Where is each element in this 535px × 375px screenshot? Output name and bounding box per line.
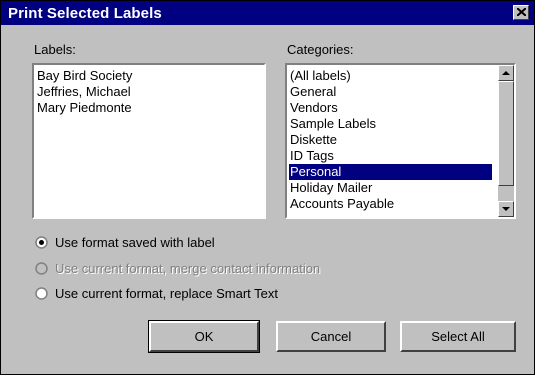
list-item-selected[interactable]: Personal [289,164,492,180]
scroll-up-button[interactable] [498,65,514,81]
radio-label: Use current format, merge contact inform… [55,261,321,276]
cancel-button[interactable]: Cancel [276,321,386,352]
radio-label: Use format saved with label [55,235,215,250]
radio-unchecked-icon [35,262,48,275]
list-item[interactable]: Mary Piedmonte [36,100,132,116]
radio-label: Use current format, replace Smart Text [55,286,279,301]
arrow-up-icon [502,71,510,75]
title-bar[interactable]: Print Selected Labels [1,1,534,25]
close-icon [517,8,526,16]
labels-listbox[interactable]: Bay Bird Society Jeffries, Michael Mary … [32,63,266,219]
list-item[interactable]: Accounts Payable [289,196,394,212]
radio-checked-icon [35,236,48,249]
list-item[interactable]: Sample Labels [289,116,376,132]
list-item[interactable]: General [289,84,336,100]
list-item[interactable]: ID Tags [289,148,334,164]
scroll-thumb[interactable] [498,81,514,186]
categories-scrollbar[interactable] [498,65,514,217]
radio-unchecked-icon [35,287,48,300]
arrow-down-icon [502,207,510,211]
print-selected-labels-dialog: Print Selected Labels Labels: Bay Bird S… [0,0,535,375]
select-all-button[interactable]: Select All [400,321,516,352]
list-item[interactable]: Diskette [289,132,337,148]
close-button[interactable] [513,5,529,20]
list-item[interactable]: Jeffries, Michael [36,84,131,100]
categories-heading: Categories: [287,42,354,57]
list-item[interactable]: (All labels) [289,68,351,84]
scroll-down-button[interactable] [498,201,514,217]
window-title: Print Selected Labels [8,5,162,22]
list-item[interactable]: Vendors [289,100,338,116]
list-item[interactable]: Bay Bird Society [36,68,132,84]
labels-heading: Labels: [34,42,76,57]
list-item[interactable]: Holiday Mailer [289,180,372,196]
categories-listbox[interactable]: (All labels) General Vendors Sample Labe… [285,63,516,219]
ok-button[interactable]: OK [148,320,260,353]
